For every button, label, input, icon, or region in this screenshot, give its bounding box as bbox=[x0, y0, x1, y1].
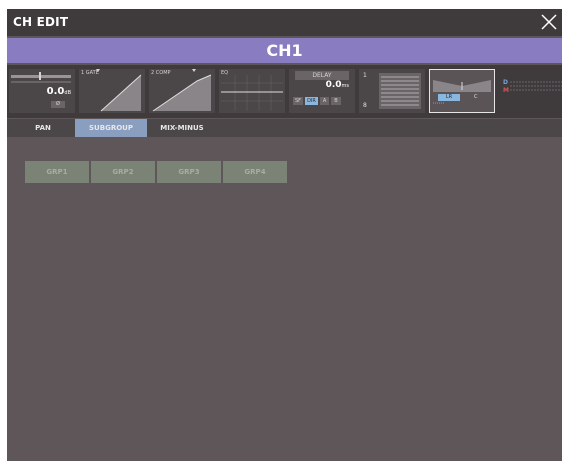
pan-c-label: C bbox=[474, 94, 478, 100]
tab-pan[interactable]: PAN bbox=[13, 119, 73, 137]
tab-bar: PAN SUBGROUP MIX-MINUS bbox=[7, 119, 562, 137]
close-icon bbox=[541, 14, 557, 30]
meter-tile[interactable]: D M bbox=[499, 69, 562, 113]
group-button-grp3[interactable]: GRP3 bbox=[157, 161, 221, 183]
tab-subgroup[interactable]: SUBGROUP bbox=[75, 119, 147, 137]
fader-tile[interactable]: 0.0dB Ø bbox=[9, 69, 75, 113]
channel-name-bar: CH1 bbox=[7, 38, 562, 63]
pan-graph bbox=[433, 80, 491, 104]
delay-buttons: SF DIR A B bbox=[293, 97, 341, 105]
gain-readout: 0.0dB bbox=[47, 86, 71, 97]
eq-tile[interactable]: EQ bbox=[219, 69, 285, 113]
comp-tile[interactable]: 2 COMP bbox=[149, 69, 215, 113]
title-bar: CH EDIT bbox=[7, 9, 562, 36]
delay-label: DELAY bbox=[295, 71, 349, 80]
delay-value: 0.0 bbox=[325, 80, 342, 90]
meter-d-label: D bbox=[503, 79, 508, 86]
delay-tile[interactable]: DELAY 0.0ms SF DIR A B bbox=[289, 69, 355, 113]
dir-button[interactable]: DIR bbox=[305, 97, 318, 105]
eq-graph bbox=[221, 75, 283, 111]
phase-button[interactable]: Ø bbox=[51, 101, 65, 108]
group-button-grp1[interactable]: GRP1 bbox=[25, 161, 89, 183]
pan-lr-label: LR bbox=[438, 94, 460, 101]
fader-scale bbox=[11, 81, 71, 83]
ch-edit-window: CH EDIT CH1 0.0dB Ø 1 GATE 2 COMP EQ DEL… bbox=[7, 9, 562, 461]
channel-strip: 0.0dB Ø 1 GATE 2 COMP EQ DELAY 0.0ms SF … bbox=[7, 65, 562, 118]
gain-unit: dB bbox=[64, 90, 71, 96]
close-button[interactable] bbox=[538, 11, 560, 33]
meter-m-label: M bbox=[503, 87, 509, 94]
comp-curve bbox=[152, 69, 212, 112]
routing-tile[interactable]: 1 8 bbox=[359, 69, 425, 113]
tab-mix-minus[interactable]: MIX-MINUS bbox=[149, 119, 215, 137]
gate-curve bbox=[96, 69, 142, 112]
a-button[interactable]: A bbox=[319, 97, 330, 105]
window-title: CH EDIT bbox=[13, 15, 69, 29]
delay-readout: 0.0ms bbox=[326, 80, 349, 90]
routing-bars bbox=[379, 73, 421, 109]
meter-bars bbox=[510, 81, 562, 91]
sf-button[interactable]: SF bbox=[293, 97, 304, 105]
gain-value: 0.0 bbox=[46, 86, 65, 97]
gate-tile[interactable]: 1 GATE bbox=[79, 69, 145, 113]
group-button-grp4[interactable]: GRP4 bbox=[223, 161, 287, 183]
fader-knob[interactable] bbox=[39, 72, 41, 80]
delay-unit: ms bbox=[341, 83, 349, 89]
channel-name: CH1 bbox=[266, 41, 303, 60]
fader-track bbox=[11, 75, 71, 78]
group-button-grp2[interactable]: GRP2 bbox=[91, 161, 155, 183]
pan-tile[interactable]: LR C bbox=[429, 69, 495, 113]
b-button[interactable]: B bbox=[331, 97, 341, 105]
